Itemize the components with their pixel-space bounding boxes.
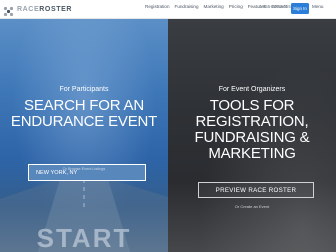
logo-text: RACEROSTER xyxy=(17,5,73,13)
participants-panel: START For Participants SEARCH FOR AN END… xyxy=(0,19,168,252)
menu-button[interactable]: Menu xyxy=(312,4,324,9)
race-roster-logo[interactable]: RACEROSTER xyxy=(3,3,73,16)
road-start-text: START xyxy=(37,223,132,252)
organizers-eyebrow: For Event Organizers xyxy=(218,86,286,93)
organizers-headline-line-3: FUNDRAISING & xyxy=(194,129,310,146)
sign-in-button[interactable]: Sign In xyxy=(291,3,309,14)
nav-registration[interactable]: Registration xyxy=(145,4,170,9)
nav-fundraising[interactable]: Fundraising xyxy=(175,4,199,9)
nav-marketing[interactable]: Marketing xyxy=(204,4,224,9)
organizers-panel: For Event Organizers TOOLS FOR REGISTRAT… xyxy=(168,19,336,252)
phone-number[interactable]: 1-855-RRW-5555 xyxy=(259,4,293,9)
road-start-image: START xyxy=(0,179,168,252)
participants-headline-line-2: ENDURANCE EVENT xyxy=(10,113,158,130)
top-nav-bar: RACEROSTER Registration Fundraising Mark… xyxy=(0,0,336,19)
participants-headline-line-1: SEARCH FOR AN xyxy=(24,97,144,114)
organizers-headline-line-2: REGISTRATION, xyxy=(195,113,309,130)
preview-race-roster-button[interactable]: PREVIEW RACE ROSTER xyxy=(198,182,314,198)
nav-pricing[interactable]: Pricing xyxy=(229,4,243,9)
create-event-link[interactable]: Or Create an Event xyxy=(168,204,336,209)
participants-eyebrow: For Participants xyxy=(59,86,109,93)
organizers-headline-line-4: MARKETING xyxy=(208,145,296,162)
browse-events-link[interactable]: Or Browse Event Listings xyxy=(0,167,168,171)
logo-mark-icon xyxy=(3,4,14,16)
organizers-headline-line-1: TOOLS FOR xyxy=(209,97,295,114)
